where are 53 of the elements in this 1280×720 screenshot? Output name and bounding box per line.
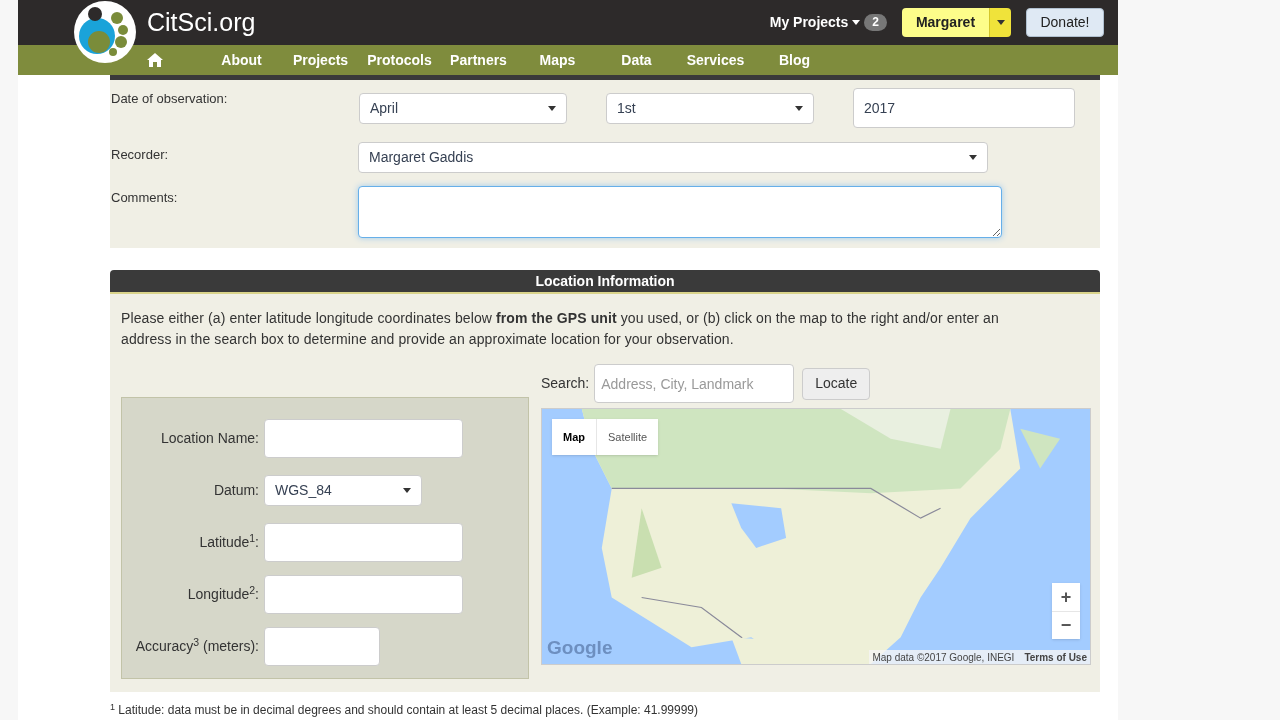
map[interactable]: Map Satellite + − Google Map data ©2017 Google, INEGI Terms of Use (541, 408, 1091, 665)
field-label: Datum: (212, 481, 260, 500)
comments-field[interactable] (358, 186, 1002, 238)
terms-link[interactable]: Terms of Use (1024, 649, 1087, 664)
nav-link[interactable]: Services (676, 49, 755, 71)
locate-button[interactable]: Locate (802, 367, 871, 400)
recorder-select[interactable]: Margaret Gaddis (358, 142, 988, 173)
section-title: Location Information (110, 270, 1100, 294)
search-field[interactable]: Address, City, Landmark (594, 364, 795, 403)
caret-icon (996, 20, 1005, 25)
nav-link[interactable]: Projects (281, 49, 360, 71)
caret-icon (969, 155, 977, 160)
year-field[interactable]: 2017 (853, 88, 1075, 128)
field-label: Date of observation: (111, 90, 228, 108)
user-dropdown-button[interactable] (989, 8, 1011, 37)
nav-link[interactable]: Partners (439, 49, 518, 71)
my-projects-menu[interactable]: My Projects 2 (769, 12, 887, 33)
month-select[interactable]: April (359, 93, 567, 124)
donate-button[interactable]: Donate! (1026, 8, 1104, 37)
zoom-in-button[interactable]: + (1052, 583, 1080, 611)
count-badge: 2 (864, 14, 887, 31)
nav-link[interactable]: About (202, 49, 281, 71)
field-label: Latitude$^{1}$: (198, 532, 260, 552)
footnote-text: $^{1}$ Latitude: data must be in decimal degrees and should contain at least 5 decimal places. (Example: 41.99999) (110, 703, 700, 717)
site-name[interactable]: CitSci.org (147, 3, 256, 42)
datum-select[interactable]: WGS_84 (264, 474, 422, 506)
input-field[interactable] (264, 522, 463, 562)
map-type-tab[interactable]: Satellite (596, 419, 659, 455)
field-label: Longitude$^{2}$: (186, 584, 260, 604)
field-label: Accuracy$^{3}$ (meters): (134, 636, 260, 656)
nav-link[interactable]: Blog (755, 49, 834, 71)
caret-icon (852, 20, 861, 25)
search-label: Search: (541, 374, 590, 393)
caret-icon (795, 106, 803, 111)
map-type-tab[interactable]: Map (552, 419, 596, 455)
nav-link[interactable]: Maps (518, 49, 597, 71)
caret-icon (548, 106, 556, 111)
intro-text: Please either (a) enter latitude longitude coordinates below from the GPS unit you used, or (b) click on the map to the right and/or enter an address in the search box to determine and provide an approximate location for your observation. (121, 309, 1000, 349)
zoom-out-button[interactable]: − (1052, 611, 1080, 639)
field-label: Location Name: (159, 429, 260, 448)
field-label: Recorder: (111, 146, 169, 164)
input-field[interactable] (264, 418, 463, 458)
field-label: Comments: (111, 189, 178, 207)
input-field[interactable] (264, 626, 380, 666)
nav-link[interactable]: Data (597, 49, 676, 71)
day-select[interactable]: 1st (606, 93, 814, 124)
nav-link[interactable]: Protocols (360, 49, 439, 71)
map-attribution: Map data ©2017 Google, INEGI (872, 650, 1015, 664)
input-field[interactable] (264, 574, 463, 614)
home-icon[interactable] (146, 52, 164, 68)
google-logo: Google (547, 635, 613, 660)
caret-icon (403, 487, 411, 493)
user-button[interactable]: Margaret (902, 8, 989, 37)
